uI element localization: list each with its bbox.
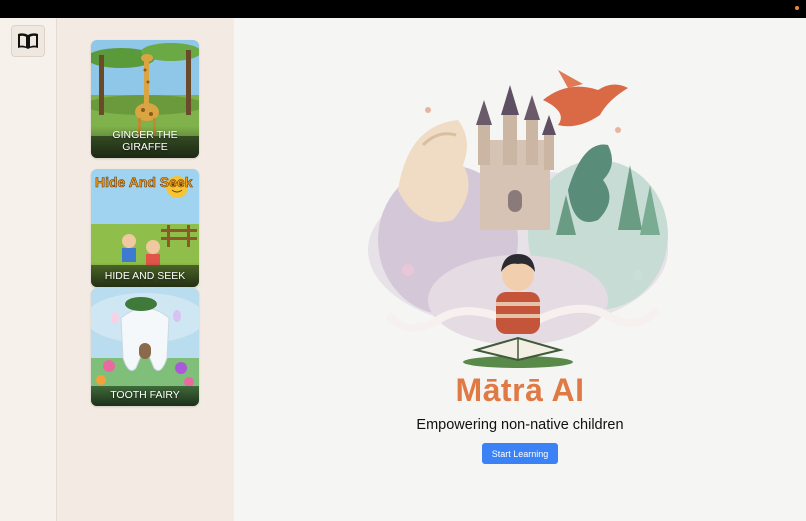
story-title: TOOTH FAIRY xyxy=(91,386,199,406)
status-dot xyxy=(795,6,799,10)
story-library: GINGER THE GIRAFFE Hide And Seek HIDE AN… xyxy=(57,18,234,521)
brand-title: Mātrā AI xyxy=(455,372,585,408)
story-title: HIDE AND SEEK xyxy=(91,262,199,287)
tagline: Empowering non-native children xyxy=(416,417,624,433)
window-top-bar xyxy=(0,0,806,18)
cover-title-text: Hide And Seek xyxy=(95,174,193,190)
hero-illustration xyxy=(368,70,668,368)
story-title: GINGER THE GIRAFFE xyxy=(91,126,199,158)
start-learning-button[interactable]: Start Learning xyxy=(482,443,558,464)
icon-rail xyxy=(0,18,57,521)
story-card-tooth-fairy[interactable]: TOOTH FAIRY xyxy=(91,288,199,406)
open-book-icon xyxy=(18,33,38,49)
library-button[interactable] xyxy=(11,25,45,57)
story-card-hide-and-seek[interactable]: Hide And Seek HIDE AND SEEK xyxy=(91,169,199,287)
landing-main: Mātrā AI Empowering non-native children … xyxy=(234,18,806,521)
story-card-ginger-the-giraffe[interactable]: GINGER THE GIRAFFE xyxy=(91,40,199,158)
